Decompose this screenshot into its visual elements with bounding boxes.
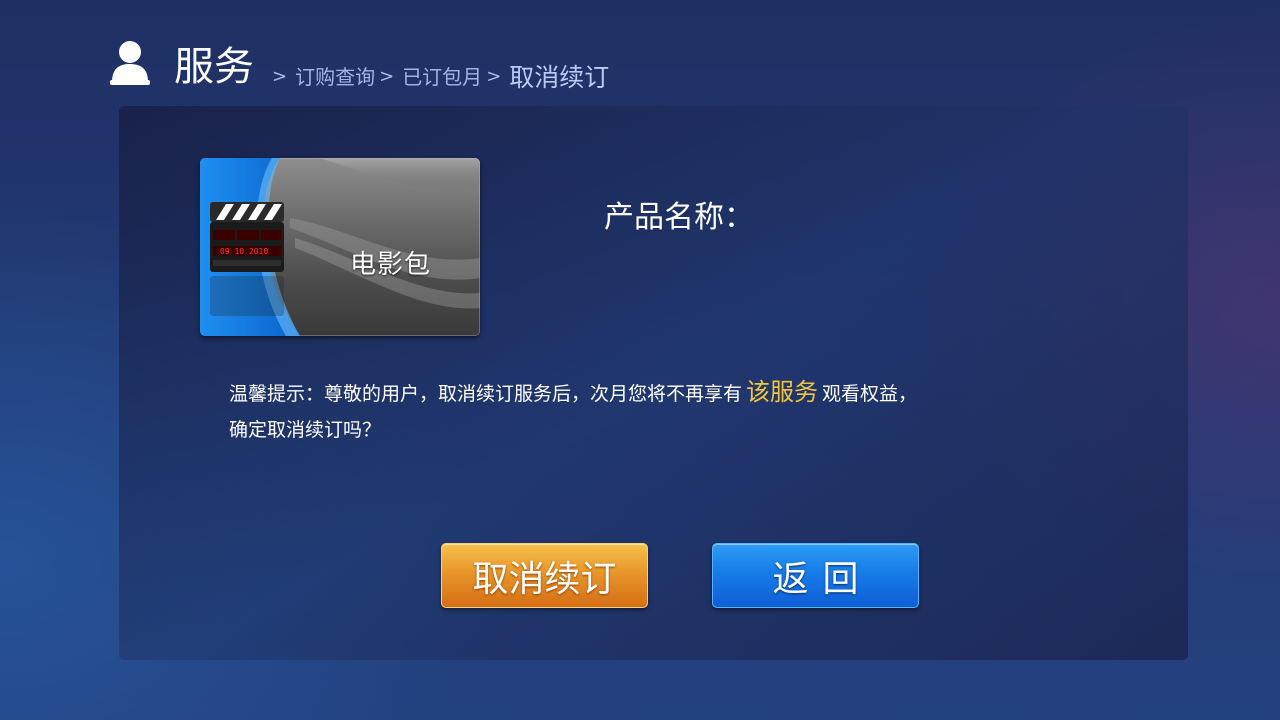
cancel-renewal-button[interactable]: 取消续订 (441, 543, 648, 608)
breadcrumb-separator: > (272, 66, 288, 87)
svg-text:09 10 2010: 09 10 2010 (220, 247, 268, 256)
breadcrumb: > 订购查询 > 已订包月 > 取消续订 (268, 62, 609, 94)
product-name-label: 产品名称： (604, 200, 754, 235)
back-button[interactable]: 返回 (712, 543, 919, 608)
main-panel: 09 10 2010 电影包 产品名称： 温馨提示：尊敬的用户，取消续订服务后，… (119, 106, 1188, 660)
notice-confirm-question: 确定取消续订吗？ (229, 419, 382, 441)
product-card: 09 10 2010 电影包 (200, 158, 480, 336)
notice-text: 温馨提示：尊敬的用户，取消续订服务后，次月您将不再享有 (229, 383, 743, 405)
breadcrumb-item-cancel-renewal: 取消续订 (509, 63, 610, 92)
notice-text-after: 观看权益， (822, 383, 918, 405)
product-card-title: 电影包 (350, 250, 432, 280)
notice-highlight: 该服务 (746, 378, 819, 406)
breadcrumb-separator: > (379, 66, 395, 87)
cancel-notice: 温馨提示：尊敬的用户，取消续订服务后，次月您将不再享有 该服务 观看权益， 确定取消… (229, 374, 1129, 448)
clapperboard-icon: 09 10 2010 (210, 202, 284, 316)
page-header: 服务 > 订购查询 > 已订包月 > 取消续订 (108, 34, 609, 94)
page-title: 服务 (174, 44, 254, 90)
breadcrumb-separator: > (486, 66, 502, 87)
user-icon (110, 41, 150, 85)
breadcrumb-item-monthly-subscriptions[interactable]: 已订包月 (402, 62, 482, 94)
breadcrumb-item-order-query[interactable]: 订购查询 (295, 62, 375, 94)
